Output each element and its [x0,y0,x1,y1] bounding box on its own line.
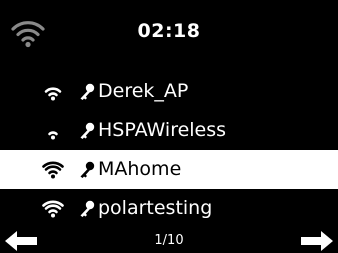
signal-strength-icon [44,87,62,101]
signal-strength-icon [42,161,64,179]
network-row-mahome[interactable]: MAhome [0,150,338,189]
page-indicator: 1/10 [154,233,184,248]
key-icon [80,122,95,139]
header: 02:18 [0,0,338,72]
network-row-polartesting[interactable]: polartesting [0,189,338,228]
network-name: polartesting [98,197,213,219]
wifi-network-list-screen: 02:18 Derek_AP HSPAWireless MAhome polar… [0,0,338,253]
network-row-hspawireless[interactable]: HSPAWireless [0,111,338,150]
network-list: Derek_AP HSPAWireless MAhome polartestin… [0,72,338,228]
network-name: Derek_AP [98,80,189,102]
network-row-derek-ap[interactable]: Derek_AP [0,72,338,111]
network-name: MAhome [98,158,182,180]
signal-strength-icon [42,200,64,218]
network-name: HSPAWireless [98,119,227,141]
footer: 1/10 [0,228,338,253]
arrow-right-icon[interactable] [300,230,334,252]
key-icon [80,83,95,100]
signal-strength-icon [48,131,58,140]
clock-time: 02:18 [137,20,201,42]
key-icon [80,161,95,178]
key-icon [80,200,95,217]
